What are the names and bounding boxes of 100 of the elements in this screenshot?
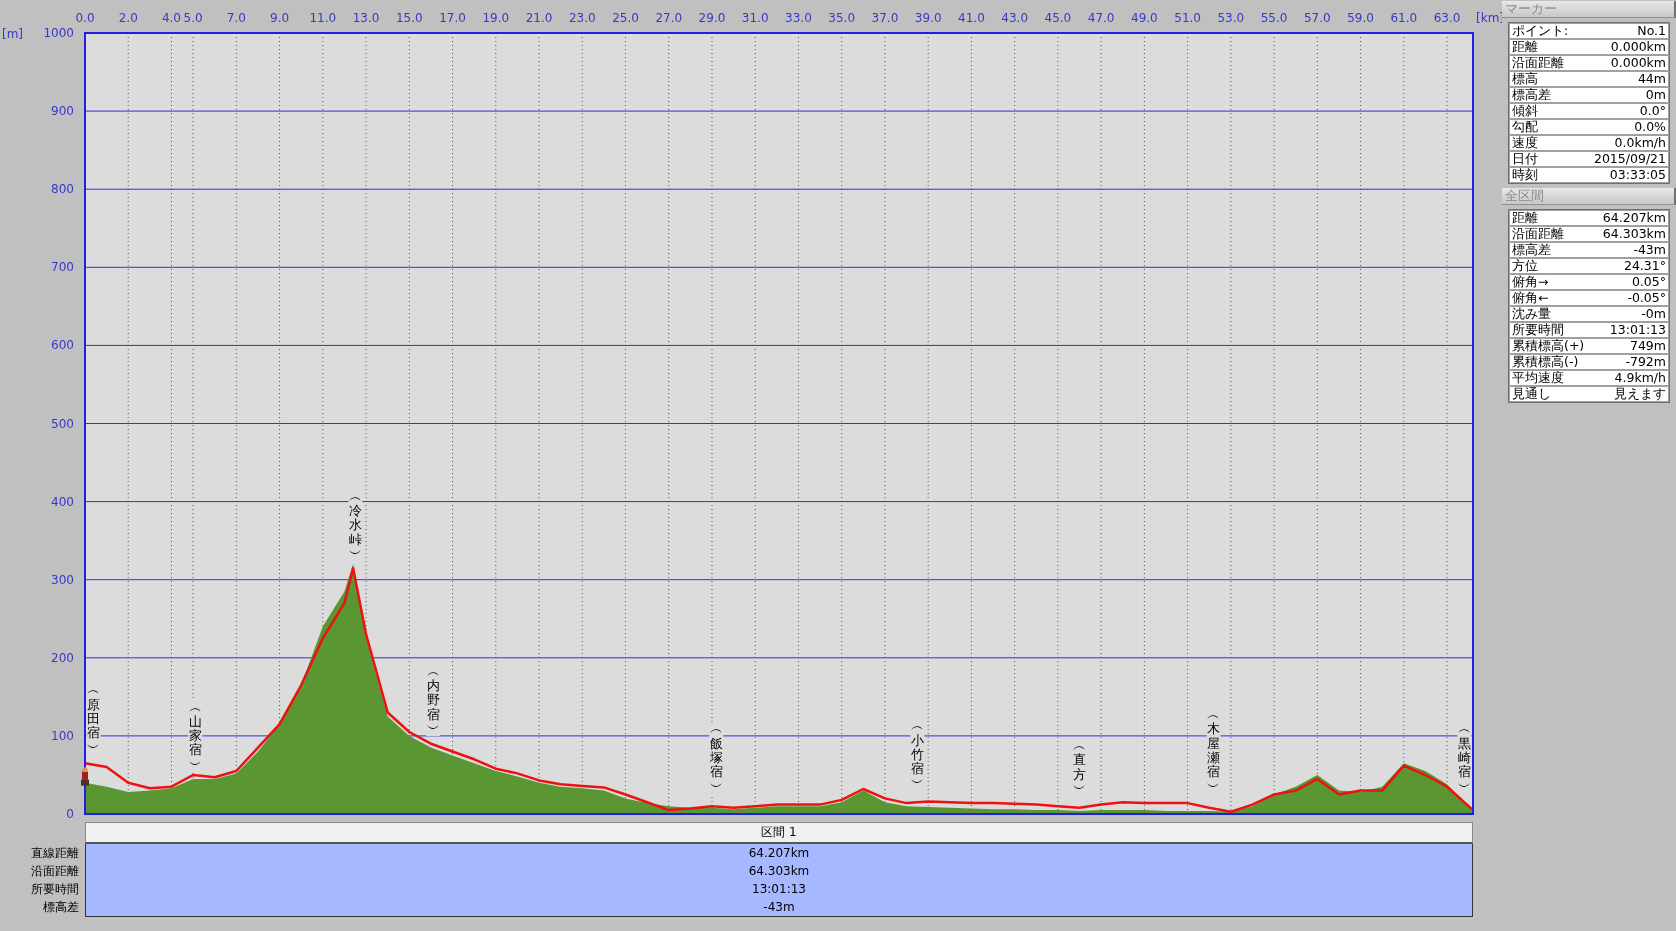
x-tick-label: 61.0 (1390, 11, 1418, 25)
x-tick-label: 27.0 (655, 11, 683, 25)
info-value: 24.31° (1623, 259, 1666, 273)
waypoint-label: ︵飯塚宿︶ (709, 721, 723, 794)
x-tick-label: 31.0 (741, 11, 769, 25)
info-label: 日付 (1512, 152, 1538, 166)
row-value: 13:01:13 (752, 881, 806, 898)
info-label: 速度 (1512, 136, 1538, 150)
row-label: 標高差 (43, 899, 79, 916)
row-label: 沿面距離 (31, 863, 79, 880)
info-label: 距離 (1512, 40, 1538, 54)
info-value: 0.05° (1631, 275, 1666, 289)
panel-title: マーカー (1502, 1, 1676, 18)
x-tick-label: 7.0 (226, 11, 246, 25)
info-value: 見えます (1614, 387, 1666, 401)
info-value: 0.0km/h (1614, 136, 1666, 150)
y-tick-label: 900 (51, 104, 74, 119)
marker-icon (81, 767, 89, 786)
x-tick-label: 57.0 (1304, 11, 1331, 25)
info-value: -0m (1641, 307, 1666, 321)
waypoint-label: ︵冷水峠︶ (348, 488, 362, 561)
info-label: 見通し (1512, 387, 1551, 401)
x-tick-label: 53.0 (1217, 11, 1245, 25)
x-tick-label: 51.0 (1174, 11, 1201, 25)
info-label: 累積標高(+) (1512, 339, 1585, 353)
info-value: -0.05° (1627, 291, 1666, 305)
x-tick-label: 43.0 (1001, 11, 1028, 25)
waypoint-label: ︵山家宿︶ (188, 699, 202, 772)
info-label: 累積標高(-) (1512, 355, 1579, 369)
x-tick-label: 0.0 (75, 11, 95, 25)
y-tick-label: 800 (51, 182, 74, 197)
info-label: 距離 (1512, 211, 1538, 225)
x-tick-label: 45.0 (1044, 11, 1072, 25)
info-label: 方位 (1512, 259, 1538, 273)
info-label: 時刻 (1512, 168, 1538, 182)
x-tick-label: 2.0 (118, 11, 138, 25)
info-label: 俯角← (1512, 291, 1549, 305)
y-tick-label: 200 (51, 650, 74, 665)
x-tick-label: 4.0 (161, 11, 182, 25)
info-label: 傾斜 (1512, 104, 1538, 118)
section-header: 区間 1 (85, 822, 1473, 844)
row-label: 直線距離 (31, 845, 79, 862)
y-tick-label: 600 (51, 338, 74, 353)
info-value: -43m (1633, 243, 1666, 257)
x-tick-label: 19.0 (482, 11, 510, 25)
info-value: No.1 (1637, 24, 1666, 38)
x-tick-label: 17.0 (439, 11, 466, 25)
y-tick-label: 0 (66, 807, 74, 818)
x-tick-label: 49.0 (1131, 11, 1158, 25)
info-value: 0.0% (1634, 120, 1666, 134)
panel-title: 全区間 (1502, 188, 1676, 205)
y-axis-unit: [m] (2, 27, 24, 41)
info-value: 0.0° (1639, 104, 1666, 118)
x-tick-label: 63.0 (1433, 11, 1461, 25)
info-value: 64.303km (1602, 227, 1666, 241)
info-label: ポイント: (1512, 24, 1569, 38)
waypoint-label: ︵黒崎宿︶ (1457, 721, 1471, 794)
info-value: 64.207km (1602, 211, 1666, 225)
y-tick-label: 500 (51, 416, 74, 431)
info-value: -792m (1625, 355, 1666, 369)
waypoint-label: ︵直方︶ (1073, 738, 1086, 796)
x-tick-label: 13.0 (352, 11, 380, 25)
info-value: 0.000km (1610, 56, 1666, 70)
y-tick-label: 1000 (43, 26, 74, 40)
x-tick-label: 47.0 (1087, 11, 1115, 25)
info-value: 0.000km (1610, 40, 1666, 54)
info-value: 749m (1629, 339, 1666, 353)
info-label: 勾配 (1512, 120, 1538, 134)
info-value: 13:01:13 (1609, 323, 1666, 337)
x-tick-label: 29.0 (698, 11, 726, 25)
info-value: 03:33:05 (1609, 168, 1666, 182)
info-label: 沿面距離 (1512, 56, 1564, 70)
y-tick-label: 300 (51, 572, 74, 587)
info-label: 標高 (1512, 72, 1538, 86)
x-tick-label: 5.0 (183, 11, 203, 25)
waypoint-label: ︵木屋瀬宿︶ (1207, 707, 1221, 794)
info-label: 標高差 (1512, 243, 1551, 257)
x-tick-label: 33.0 (785, 11, 812, 25)
x-tick-label: 37.0 (871, 11, 899, 25)
waypoint-label: ︵原田宿︶ (87, 682, 101, 755)
x-tick-label: 55.0 (1260, 11, 1288, 25)
waypoint-label: ︵内野宿︶ (426, 663, 440, 736)
x-tick-label: 41.0 (958, 11, 985, 25)
y-tick-label: 400 (51, 494, 74, 509)
info-label: 沿面距離 (1512, 227, 1564, 241)
info-label: 平均速度 (1512, 371, 1564, 385)
x-tick-label: 15.0 (395, 11, 423, 25)
x-tick-label: 25.0 (612, 11, 639, 25)
info-label: 所要時間 (1512, 323, 1564, 337)
row-value: -43m (763, 899, 795, 916)
row-value: 64.303km (748, 863, 810, 880)
waypoint-label: ︵小竹宿︶ (910, 718, 924, 791)
row-value: 64.207km (748, 845, 810, 862)
x-tick-label: 59.0 (1347, 11, 1374, 25)
info-value: 0m (1645, 88, 1666, 102)
x-tick-label: 21.0 (525, 11, 553, 25)
x-tick-label: 11.0 (309, 11, 337, 25)
x-tick-label: 23.0 (568, 11, 596, 25)
info-value: 44m (1637, 72, 1666, 86)
info-value: 4.9km/h (1614, 371, 1666, 385)
